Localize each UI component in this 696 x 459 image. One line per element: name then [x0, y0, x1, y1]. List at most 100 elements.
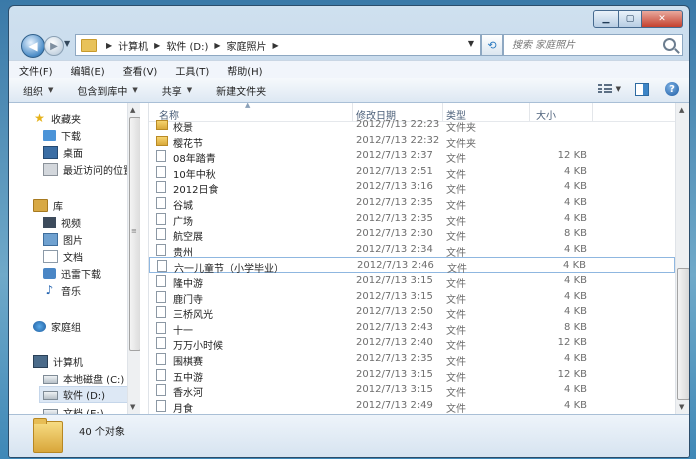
file-row[interactable]: 谷城 2012/7/13 2:35 文件 4 KB [149, 195, 675, 212]
pane-splitter[interactable] [140, 103, 149, 414]
views-dropdown-icon[interactable]: ▼ [616, 85, 621, 93]
help-icon[interactable]: ? [665, 82, 679, 96]
organize-button[interactable]: 组织 ▼ [9, 83, 63, 98]
file-row[interactable]: 校景 2012/7/13 22:23 文件夹 [149, 117, 675, 134]
nav-pictures[interactable]: 图片 [43, 232, 83, 247]
forward-button[interactable]: ▶ [44, 36, 64, 56]
nav-documents[interactable]: 文档 [43, 249, 83, 264]
file-row[interactable]: 2012日食 2012/7/13 3:16 文件 4 KB [149, 179, 675, 196]
explorer-window: ▁ ▢ ✕ ◀ ▶ ▼ ▶ 计算机▶ 软件 (D:)▶ 家庭照片▶ ▼ ⟲ 文件… [8, 5, 690, 458]
search-input[interactable] [510, 38, 664, 52]
search-icon[interactable] [663, 38, 676, 51]
file-row[interactable]: 十一 2012/7/13 2:43 文件 8 KB [149, 320, 675, 337]
maximize-button[interactable]: ▢ [618, 10, 642, 28]
nav-videos[interactable]: 视频 [43, 215, 81, 230]
breadcrumb-family-photos[interactable]: 家庭照片 ▶ [227, 38, 285, 53]
share-button[interactable]: 共享 ▼ [148, 83, 202, 98]
file-size: 4 KB [564, 290, 587, 302]
file-row[interactable]: 广场 2012/7/13 2:35 文件 4 KB [149, 211, 675, 228]
navigation-pane: ★ 收藏夹 下载 桌面 最近访问的位置 库 视频 图片 文档 迅雷下载 ♪ 音乐… [9, 103, 127, 414]
breadcrumb-root-arrow[interactable]: ▶ [100, 41, 118, 50]
nav-drive-c[interactable]: 本地磁盘 (C:) [43, 371, 124, 386]
file-row[interactable]: 08年踏青 2012/7/13 2:37 文件 12 KB [149, 148, 675, 165]
file-row[interactable]: 五中游 2012/7/13 3:15 文件 12 KB [149, 367, 675, 384]
breadcrumb-computer[interactable]: 计算机 ▶ [118, 38, 166, 53]
nav-homegroup[interactable]: 家庭组 [33, 319, 81, 334]
scroll-up-icon[interactable]: ▲ [679, 106, 684, 114]
minimize-button[interactable]: ▁ [593, 10, 619, 28]
file-size: 4 KB [564, 212, 587, 224]
file-row[interactable]: 樱花节 2012/7/13 22:32 文件夹 [149, 133, 675, 150]
nav-music[interactable]: ♪ 音乐 [43, 283, 81, 298]
file-row[interactable]: 六一儿童节（小学毕业） 2012/7/13 2:46 文件 4 KB [149, 257, 675, 275]
address-bar[interactable]: ▶ 计算机 ▶ 软件 (D:) ▶ 家庭照片 ▶ ▼ [75, 34, 481, 56]
star-icon: ★ [34, 111, 45, 125]
toolbar-right: ▼ ? [597, 82, 679, 96]
file-row[interactable]: 万万小时候 2012/7/13 2:40 文件 12 KB [149, 335, 675, 352]
nav-recent-places[interactable]: 最近访问的位置 [43, 162, 127, 177]
nav-downloads[interactable]: 下载 [43, 128, 81, 143]
file-date: 2012/7/13 2:37 [356, 150, 433, 162]
nav-thunder-downloads[interactable]: 迅雷下载 [43, 266, 101, 281]
address-dropdown-icon[interactable]: ▼ [468, 39, 474, 48]
file-row[interactable]: 月食 2012/7/13 2:49 文件 4 KB [149, 398, 675, 414]
scroll-up-icon[interactable]: ▲ [130, 106, 135, 114]
menu-view[interactable]: 查看(V) [113, 63, 166, 78]
file-row[interactable]: 香水河 2012/7/13 3:15 文件 4 KB [149, 382, 675, 399]
breadcrumb-drive-d[interactable]: 软件 (D:) ▶ [166, 38, 226, 53]
chevron-right-icon: ▶ [272, 40, 279, 50]
recent-pages-dropdown[interactable]: ▼ [64, 39, 70, 48]
file-row[interactable]: 航空展 2012/7/13 2:30 文件 8 KB [149, 226, 675, 243]
file-row[interactable]: 隆中游 2012/7/13 3:15 文件 4 KB [149, 273, 675, 290]
file-list-scrollbar[interactable]: ▲ ▼ [675, 103, 689, 414]
file-icon [156, 165, 166, 178]
menu-edit[interactable]: 编辑(E) [61, 63, 113, 78]
file-icon [156, 243, 166, 256]
file-row[interactable]: 鹿门寺 2012/7/13 3:15 文件 4 KB [149, 289, 675, 306]
chevron-down-icon: ▼ [48, 86, 54, 94]
file-row[interactable]: 围棋赛 2012/7/13 2:35 文件 4 KB [149, 351, 675, 368]
scrollbar-thumb[interactable] [677, 268, 689, 400]
file-row[interactable]: 三桥风光 2012/7/13 2:50 文件 4 KB [149, 304, 675, 321]
back-arrow-icon: ◀ [28, 39, 38, 53]
new-folder-button[interactable]: 新建文件夹 [202, 83, 276, 98]
menu-tools[interactable]: 工具(T) [165, 63, 217, 78]
drive-icon [43, 391, 58, 400]
video-icon [43, 217, 56, 228]
file-date: 2012/7/13 2:30 [356, 228, 433, 240]
file-type: 文件 [446, 403, 466, 414]
include-in-library-button[interactable]: 包含到库中 ▼ [63, 83, 147, 98]
menu-help[interactable]: 帮助(H) [217, 63, 270, 78]
nav-drive-e[interactable]: 文档 (E:) [43, 405, 104, 414]
file-row[interactable]: 贵州 2012/7/13 2:34 文件 4 KB [149, 242, 675, 259]
folder-icon [33, 418, 63, 453]
navigation-pane-scrollbar[interactable]: ▲ ≡ ▼ [127, 103, 141, 414]
sort-ascending-icon: ▲ [245, 103, 251, 109]
scroll-down-icon[interactable]: ▼ [130, 403, 135, 411]
nav-libraries[interactable]: 库 [33, 198, 63, 213]
preview-pane-icon[interactable] [635, 82, 649, 96]
refresh-button[interactable]: ⟲ [481, 34, 503, 56]
nav-computer[interactable]: 计算机 [33, 354, 83, 369]
menu-file[interactable]: 文件(F) [9, 63, 61, 78]
file-size: 4 KB [564, 384, 587, 396]
file-row[interactable]: 10年中秋 2012/7/13 2:51 文件 4 KB [149, 164, 675, 181]
downloads-folder-icon [43, 130, 56, 141]
chevron-down-icon: ▼ [132, 86, 138, 94]
file-size: 4 KB [564, 181, 587, 193]
file-icon [156, 321, 166, 334]
minimize-icon: ▁ [602, 14, 610, 24]
views-icon[interactable] [597, 84, 612, 94]
recent-places-icon [43, 163, 58, 176]
nav-desktop[interactable]: 桌面 [43, 145, 83, 160]
chevron-right-icon: ▶ [154, 40, 161, 50]
close-button[interactable]: ✕ [641, 10, 683, 28]
nav-favorites[interactable]: ★ 收藏夹 [33, 111, 81, 126]
nav-drive-d[interactable]: 软件 (D:) [39, 386, 127, 403]
back-button[interactable]: ◀ [21, 34, 45, 58]
scroll-down-icon[interactable]: ▼ [679, 403, 684, 411]
close-icon: ✕ [658, 14, 666, 24]
file-size: 8 KB [564, 321, 587, 333]
menu-bar: 文件(F) 编辑(E) 查看(V) 工具(T) 帮助(H) [9, 60, 689, 79]
file-size: 4 KB [564, 306, 587, 318]
